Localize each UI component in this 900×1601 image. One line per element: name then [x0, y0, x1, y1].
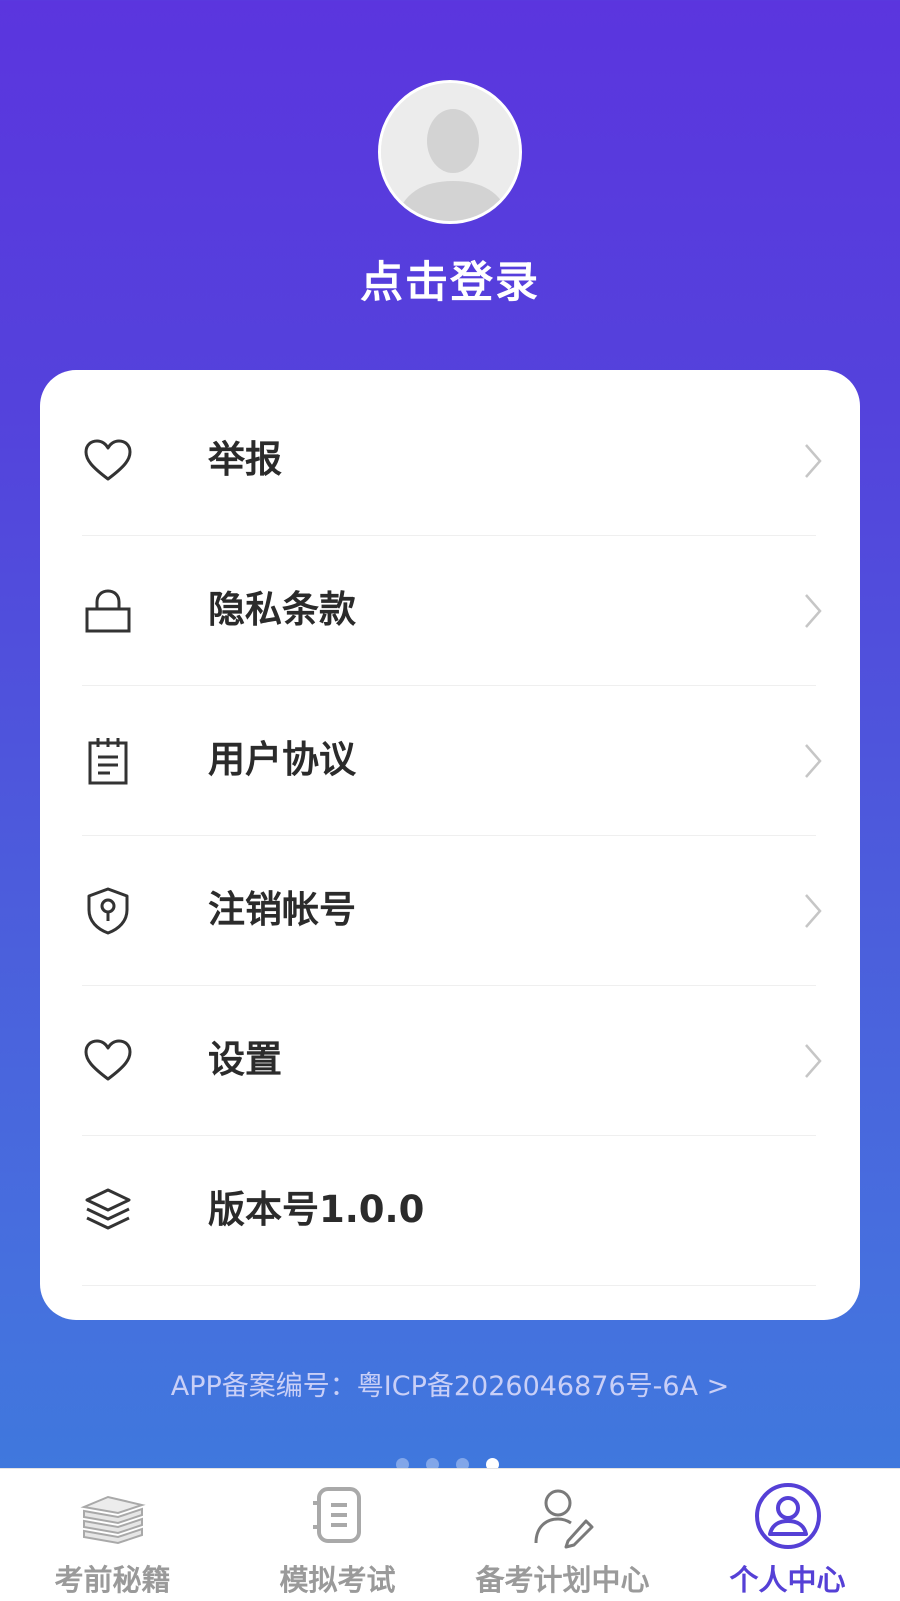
- tab-mock-exam[interactable]: 模拟考试: [225, 1469, 450, 1601]
- menu-item-version: 版本号1.0.0: [82, 1135, 816, 1286]
- books-icon: [80, 1495, 146, 1545]
- menu-card: 举报 隐私条款 用户协议 注销帐号 设置 版本号1.0.0: [40, 370, 860, 1320]
- heart-icon: [84, 1039, 132, 1081]
- chevron-right-icon: [805, 1044, 822, 1078]
- bottom-tab-bar: 考前秘籍 模拟考试 备考计划中心 个人中心: [0, 1468, 900, 1601]
- chevron-right-icon: [805, 744, 822, 778]
- menu-item-label: 用户协议: [208, 738, 356, 781]
- user-pen-icon: [534, 1489, 594, 1549]
- version-label: 版本号1.0.0: [208, 1188, 425, 1231]
- menu-item-label: 注销帐号: [208, 888, 356, 931]
- tab-exam-tips[interactable]: 考前秘籍: [0, 1469, 225, 1601]
- menu-item-label: 隐私条款: [208, 588, 356, 631]
- menu-item-label: 举报: [208, 438, 282, 481]
- menu-item-settings[interactable]: 设置: [82, 985, 822, 1136]
- tab-label: 考前秘籍: [54, 1563, 171, 1597]
- lock-icon: [85, 589, 131, 633]
- default-avatar-icon: [381, 83, 519, 221]
- heart-icon: [84, 439, 132, 481]
- tab-label: 模拟考试: [279, 1563, 396, 1597]
- tab-profile[interactable]: 个人中心: [675, 1469, 900, 1601]
- menu-item-label: 设置: [208, 1038, 282, 1081]
- avatar[interactable]: [378, 80, 522, 224]
- shield-keyhole-icon: [87, 887, 129, 935]
- chevron-right-icon: [805, 894, 822, 928]
- chevron-right-icon: [805, 594, 822, 628]
- tab-study-plan[interactable]: 备考计划中心: [450, 1469, 675, 1601]
- login-link[interactable]: 点击登录: [0, 248, 900, 310]
- icp-filing-link[interactable]: APP备案编号：粤ICP备2026046876号-6A >: [0, 1364, 900, 1403]
- tab-label: 个人中心: [729, 1563, 846, 1597]
- notebook-icon: [313, 1487, 361, 1543]
- chevron-right-icon: [805, 444, 822, 478]
- notepad-icon: [88, 738, 128, 785]
- tab-label: 备考计划中心: [475, 1563, 650, 1597]
- user-circle-icon: [755, 1483, 821, 1549]
- menu-item-delete-account[interactable]: 注销帐号: [82, 835, 822, 986]
- menu-item-user-agreement[interactable]: 用户协议: [82, 685, 822, 836]
- menu-item-privacy[interactable]: 隐私条款: [82, 535, 822, 686]
- menu-item-report[interactable]: 举报: [82, 385, 822, 536]
- layers-icon: [85, 1188, 131, 1230]
